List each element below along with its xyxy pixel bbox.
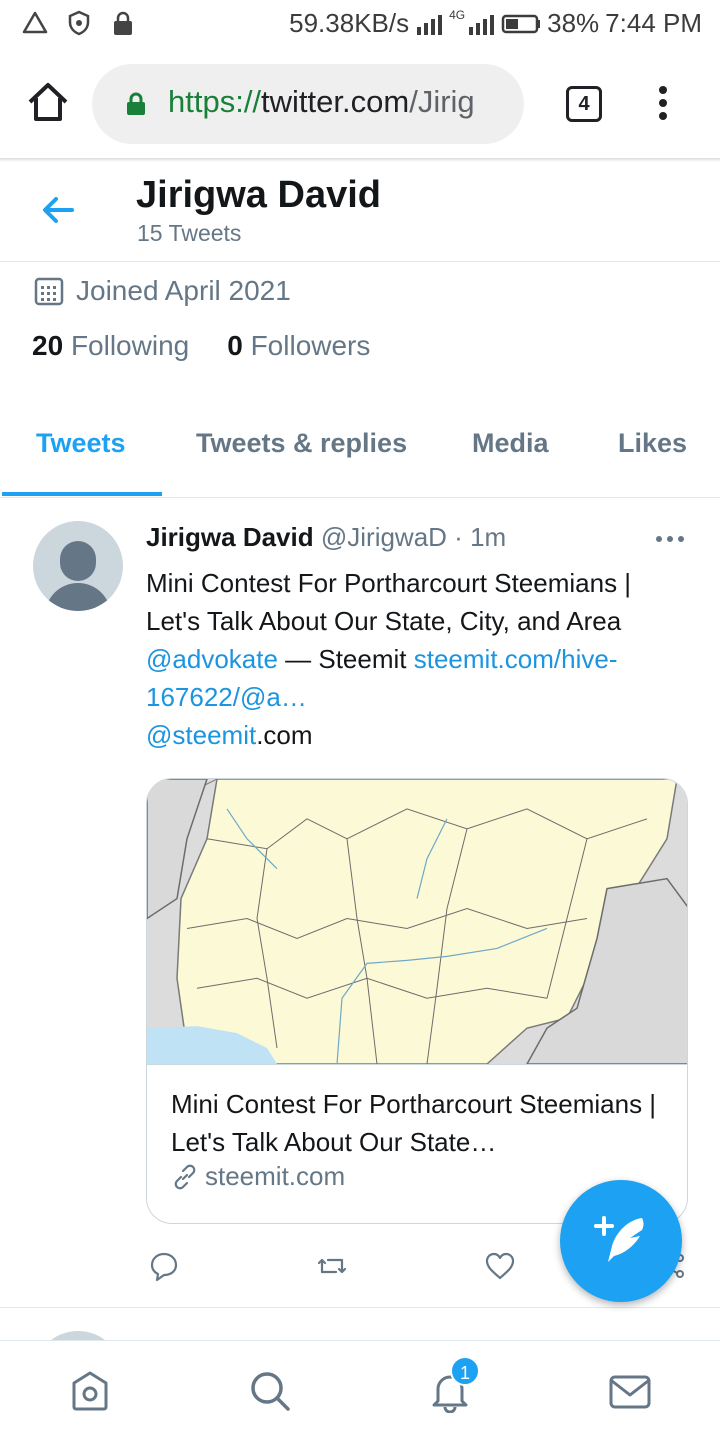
joined-date: Joined April 2021 xyxy=(34,275,291,307)
tab-switcher-button[interactable]: 4 xyxy=(566,86,602,122)
like-heart-icon[interactable] xyxy=(484,1250,516,1282)
url-host: twitter.com xyxy=(261,84,410,119)
tab-media[interactable]: Media xyxy=(472,428,549,459)
search-icon[interactable] xyxy=(248,1369,292,1413)
shield-icon xyxy=(68,10,90,36)
avatar-body-shape xyxy=(45,583,111,611)
followers-label: Followers xyxy=(250,330,371,361)
mention-advokate[interactable]: @advokate xyxy=(146,644,278,674)
tweet-header: Jirigwa David @JirigwaD · 1m xyxy=(146,522,506,553)
compose-tweet-button[interactable] xyxy=(560,1180,682,1302)
tweet-text-line-4: @steemit.com xyxy=(146,716,686,754)
browser-menu-icon[interactable] xyxy=(655,86,671,126)
card-domain: steemit.com xyxy=(171,1161,345,1192)
avatar[interactable] xyxy=(33,521,123,611)
joined-label: Joined April 2021 xyxy=(76,275,291,306)
link-card[interactable]: Mini Contest For Portharcourt Steemians … xyxy=(146,778,688,1224)
url-path: /Jirig xyxy=(409,84,475,119)
card-title: Mini Contest For Portharcourt Steemians … xyxy=(171,1089,657,1157)
notification-badge: 1 xyxy=(450,1356,480,1386)
meta-separator: · xyxy=(454,522,463,552)
tweet-handle[interactable]: @JirigwaD xyxy=(321,522,447,552)
network-speed: 59.38KB/s xyxy=(289,8,410,38)
browser-toolbar: https://twitter.com/Jirig 4 xyxy=(0,50,720,160)
status-bar: 59.38KB/s 4G 38% 7:44 PM xyxy=(0,0,720,50)
home-icon[interactable] xyxy=(26,80,70,124)
following-count: 20 xyxy=(32,330,64,361)
followers-link[interactable]: 0 Followers xyxy=(227,330,370,362)
profile-tabs: Tweets Tweets & replies Media Likes xyxy=(0,392,720,498)
mention-suffix: .com xyxy=(256,720,313,750)
tab-likes[interactable]: Likes xyxy=(618,428,687,459)
messages-envelope-icon[interactable] xyxy=(608,1369,652,1413)
retweet-icon[interactable] xyxy=(316,1250,348,1282)
tweet-count: 15 Tweets xyxy=(137,220,242,246)
battery-level: 38% xyxy=(547,8,600,38)
followers-count: 0 xyxy=(227,330,243,361)
tweet-text-line-1: Mini Contest For Portharcourt Steemians … xyxy=(146,568,632,598)
tweet-time[interactable]: 1m xyxy=(470,522,506,552)
avatar-head-shape xyxy=(60,541,96,581)
compose-feather-icon xyxy=(594,1216,644,1262)
url-text: https://twitter.com/Jirig xyxy=(168,84,475,120)
home-nav-icon[interactable] xyxy=(68,1369,112,1413)
following-link[interactable]: 20 Following xyxy=(32,330,189,362)
lock-icon xyxy=(114,11,132,35)
tab-tweets[interactable]: Tweets xyxy=(36,428,126,459)
signal-icon xyxy=(417,14,443,35)
secure-lock-icon xyxy=(127,92,145,115)
signal-icon xyxy=(469,14,495,35)
active-tab-indicator xyxy=(2,492,162,496)
tweet-text: Mini Contest For Portharcourt Steemians … xyxy=(146,564,686,754)
calendar-icon xyxy=(34,277,64,306)
reply-icon[interactable] xyxy=(148,1250,180,1282)
tweet-text-line-2: Let's Talk About Our State, City, and Ar… xyxy=(146,606,622,636)
bottom-navigation: 1 xyxy=(0,1340,720,1440)
tweet-text-line-3: @advokate — Steemit steemit.com/hive-167… xyxy=(146,640,686,716)
battery-icon xyxy=(501,14,541,33)
card-domain-text: steemit.com xyxy=(205,1161,346,1191)
tab-tweets-replies[interactable]: Tweets & replies xyxy=(196,428,407,459)
map-image xyxy=(147,779,687,1065)
clock: 7:44 PM xyxy=(605,8,702,38)
mention-steemit[interactable]: @steemit xyxy=(146,720,256,750)
following-label: Following xyxy=(70,330,190,361)
follow-stats: 20 Following 0 Followers xyxy=(32,330,370,362)
network-type: 4G xyxy=(449,8,466,22)
more-options-icon[interactable] xyxy=(656,536,686,546)
back-arrow-icon[interactable] xyxy=(38,190,78,230)
profile-name: Jirigwa David xyxy=(136,174,381,216)
url-scheme: https:// xyxy=(168,84,262,119)
link-icon xyxy=(174,1164,196,1189)
address-bar[interactable]: https://twitter.com/Jirig xyxy=(92,64,524,144)
alert-triangle-icon xyxy=(22,11,48,34)
steemit-text: — Steemit xyxy=(277,644,414,674)
profile-header: Jirigwa David 15 Tweets xyxy=(0,162,720,262)
tweet-author[interactable]: Jirigwa David xyxy=(146,522,314,552)
